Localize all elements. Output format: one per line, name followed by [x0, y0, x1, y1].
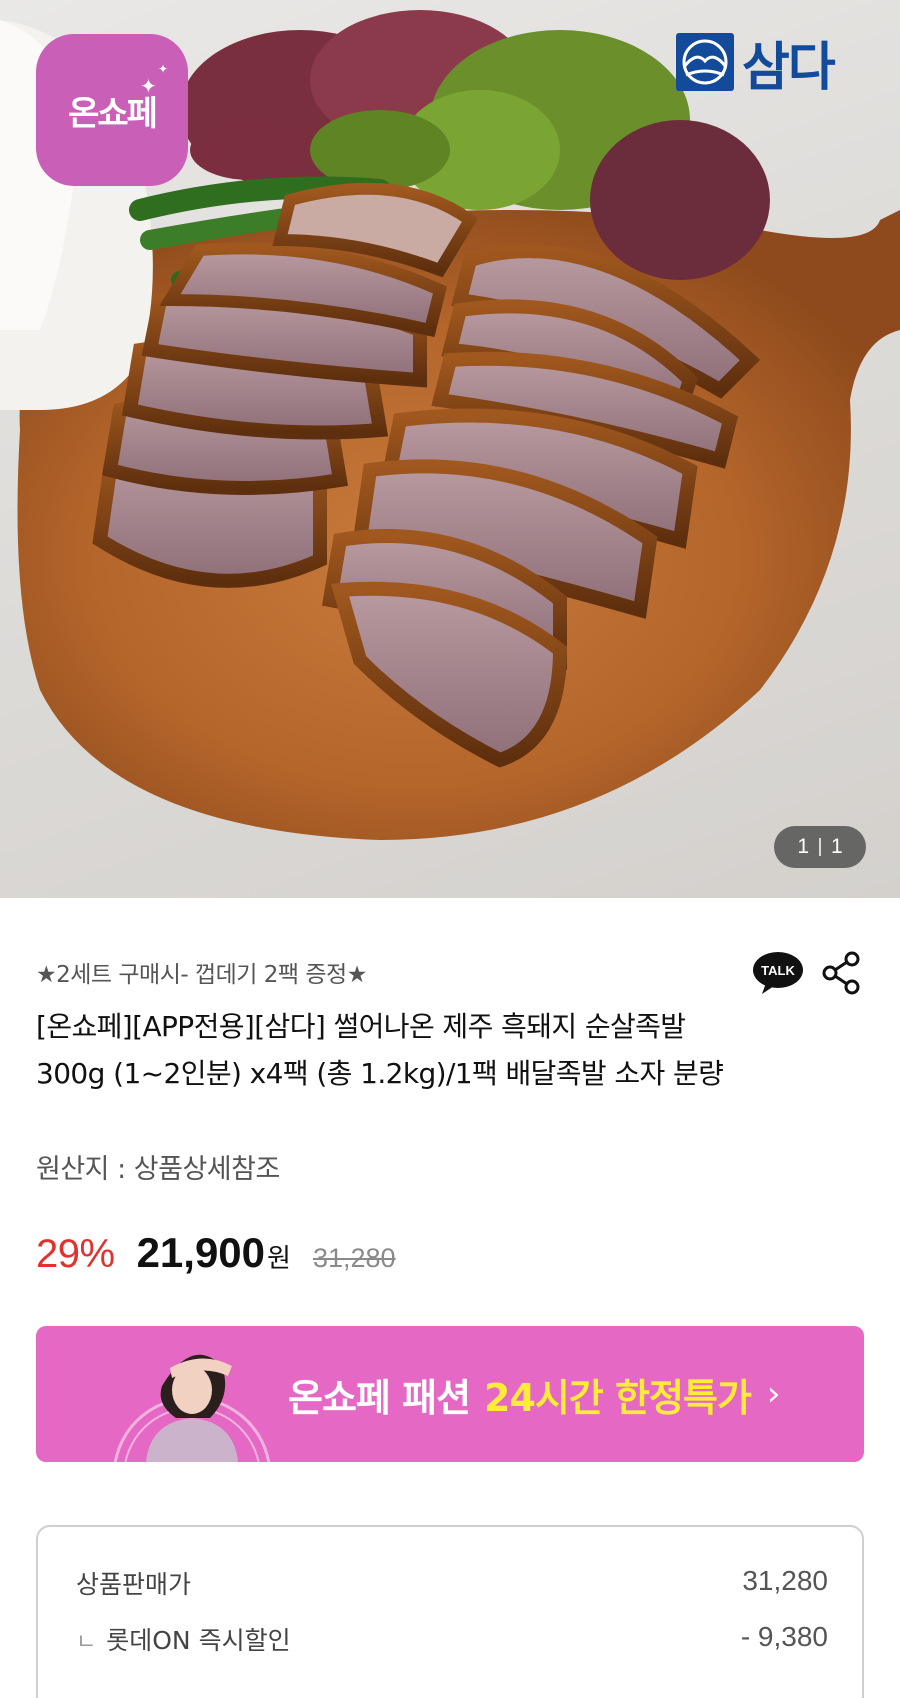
breakdown-value: - 9,380	[740, 1621, 828, 1652]
model-image	[113, 1354, 271, 1462]
sale-price: 21,900	[136, 1229, 266, 1276]
chevron-right-icon: ›	[766, 1374, 781, 1414]
sparkle-icon: ✦	[158, 62, 168, 76]
onshope-logo: 온쇼페 ✦ ✦	[36, 34, 188, 186]
brand-mark-icon	[676, 33, 734, 91]
image-counter-total: 1	[831, 835, 843, 858]
talk-label: TALK	[761, 963, 795, 978]
discount-rate: 29%	[36, 1232, 115, 1276]
image-counter: 1 1	[774, 826, 866, 868]
breakdown-label: 롯데ON 즉시할인	[106, 1626, 291, 1655]
price-row: 29% 21,900 원 31,280	[36, 1229, 396, 1277]
currency-unit: 원	[267, 1244, 291, 1274]
breakdown-value: 31,280	[742, 1565, 828, 1596]
original-price: 31,280	[312, 1243, 396, 1273]
sparkle-icon: ✦	[140, 74, 157, 98]
brand-logo-text: 삼다	[742, 37, 836, 98]
banner-text: 온쇼페 패션 24시간 한정특가 ›	[288, 1326, 780, 1462]
promo-text: ★2세트 구매시- 껍데기 2팩 증정★	[36, 962, 367, 988]
breakdown-sublabel: ㄴ 롯데ON 즉시할인	[76, 1621, 291, 1657]
share-icon	[822, 951, 860, 995]
breakdown-label: 상품판매가	[76, 1570, 192, 1599]
brand-logo: 삼다	[676, 30, 836, 98]
image-counter-current: 1	[797, 835, 809, 858]
branch-icon: ㄴ	[76, 1630, 97, 1655]
origin-info: 원산지 : 상품상세참조	[36, 1154, 280, 1185]
share-button[interactable]	[822, 951, 862, 995]
product-image[interactable]: 온쇼페 ✦ ✦ 삼다 1 1	[0, 0, 900, 898]
product-title: [온쇼페][APP전용][삼다] 썰어나온 제주 흑돼지 순살족발 300g (…	[36, 1010, 724, 1090]
banner-text-main: 온쇼페 패션	[288, 1375, 471, 1420]
price-breakdown-box: 상품판매가 31,280 ㄴ 롯데ON 즉시할인 - 9,380	[36, 1525, 864, 1698]
talk-button[interactable]: TALK	[752, 951, 804, 995]
fashion-promo-banner[interactable]: 온쇼페 패션 24시간 한정특가 ›	[36, 1326, 864, 1462]
counter-divider	[819, 838, 821, 856]
talk-bubble-icon: TALK	[753, 952, 803, 994]
breakdown-row-list-price: 상품판매가 31,280	[76, 1565, 828, 1601]
banner-text-highlight: 24시간 한정특가	[484, 1375, 752, 1420]
breakdown-row-instant-discount: ㄴ 롯데ON 즉시할인 - 9,380	[76, 1621, 828, 1657]
